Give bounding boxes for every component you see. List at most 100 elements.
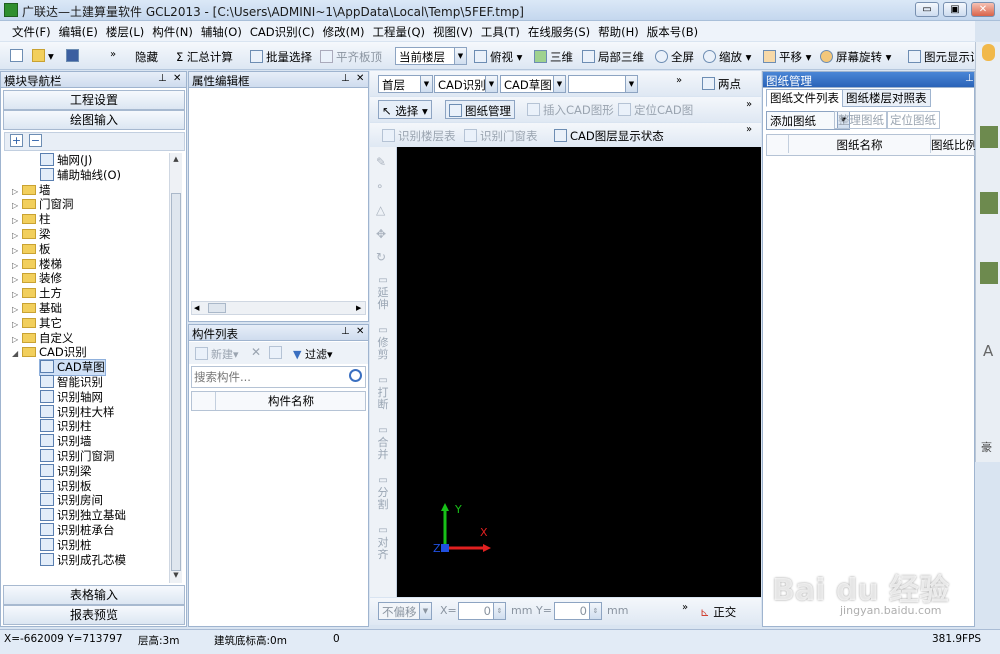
collapsed-arrow-icon[interactable]: ▷ bbox=[12, 317, 22, 332]
drawing-name-column[interactable]: 图纸名称 bbox=[789, 135, 931, 153]
table-input-button[interactable]: 表格输入 bbox=[3, 585, 185, 605]
menu-aux-axis[interactable]: 辅轴(O) bbox=[197, 21, 246, 40]
layer-state-button[interactable]: CAD图层显示状态 bbox=[554, 128, 664, 144]
menu-cad[interactable]: CAD识别(C) bbox=[246, 21, 319, 40]
collapsed-arrow-icon[interactable]: ▷ bbox=[12, 302, 22, 317]
tree-item[interactable]: ▷ 板 bbox=[12, 242, 51, 257]
tree-item[interactable]: 识别桩 bbox=[40, 537, 92, 553]
drawing-input-button[interactable]: 绘图输入 bbox=[3, 110, 185, 130]
tree-item[interactable]: 识别轴网 bbox=[40, 389, 103, 405]
toolbar-overflow-icon[interactable]: » bbox=[110, 49, 116, 60]
screen-rotate-button[interactable]: 屏幕旋转 ▾ bbox=[820, 49, 891, 65]
local-3d-button[interactable]: 局部三维 bbox=[582, 49, 644, 65]
collapsed-arrow-icon[interactable]: ▷ bbox=[12, 287, 22, 302]
fullscreen-button[interactable]: 全屏 bbox=[655, 49, 694, 65]
minimize-button[interactable]: ▭ bbox=[915, 2, 939, 17]
toolbar-overflow-icon[interactable]: » bbox=[682, 602, 688, 613]
tree-item[interactable]: ▷ 门窗洞 bbox=[12, 197, 74, 212]
collapsed-arrow-icon[interactable]: ▷ bbox=[12, 243, 22, 258]
side-tool-button[interactable]: ▭ 对齐 bbox=[374, 525, 392, 561]
pencil-icon[interactable]: ✎ bbox=[376, 155, 386, 169]
component-name-column[interactable]: 构件名称 bbox=[216, 392, 366, 410]
save-icon[interactable] bbox=[66, 49, 82, 63]
component-search-input[interactable] bbox=[194, 369, 344, 385]
triangle-icon[interactable]: △ bbox=[376, 203, 385, 217]
collapsed-arrow-icon[interactable]: ▷ bbox=[12, 332, 22, 347]
tree-item[interactable]: 智能识别 bbox=[40, 375, 103, 390]
tree-item[interactable]: ▷ 墙 bbox=[12, 183, 51, 198]
pan-button[interactable]: 平移 ▾ bbox=[763, 49, 811, 65]
toolbar-overflow-icon[interactable]: » bbox=[746, 124, 752, 135]
search-icon[interactable] bbox=[349, 369, 362, 382]
element-display-button[interactable]: 图元显示设 bbox=[908, 49, 974, 65]
delete-icon[interactable]: ✕ bbox=[251, 345, 261, 359]
ortho-button[interactable]: ⊾ 正交 bbox=[700, 604, 736, 620]
cad-draft-dropdown[interactable]: CAD草图 ▼ bbox=[500, 75, 566, 93]
property-hscrollbar[interactable]: ◀ ▶ bbox=[191, 301, 366, 315]
tree-item[interactable]: 识别桩承台 bbox=[40, 523, 115, 538]
cad-recog-dropdown[interactable]: CAD识别 ▼ bbox=[434, 75, 498, 93]
scroll-down-icon[interactable]: ▼ bbox=[170, 569, 182, 581]
zoom-button[interactable]: 缩放 ▾ bbox=[703, 49, 751, 65]
tree-item[interactable]: 识别成孔芯模 bbox=[40, 552, 126, 568]
tab-floor-mapping[interactable]: 图纸楼层对照表 bbox=[842, 89, 931, 107]
scroll-left-icon[interactable]: ◀ bbox=[194, 302, 199, 314]
scroll-right-icon[interactable]: ▶ bbox=[356, 302, 361, 314]
close-icon[interactable]: ✕ bbox=[356, 326, 364, 337]
side-tool-button[interactable]: ▭ 修剪 bbox=[374, 325, 392, 361]
floor-dropdown[interactable]: 首层 ▼ bbox=[378, 75, 433, 93]
rotate-icon[interactable]: ↻ bbox=[376, 250, 386, 264]
open-folder-icon[interactable]: ▾ bbox=[32, 49, 54, 63]
tree-item[interactable]: 识别墙 bbox=[40, 434, 92, 449]
copy-icon[interactable] bbox=[269, 346, 285, 360]
new-file-icon[interactable] bbox=[10, 49, 26, 63]
menu-help[interactable]: 帮助(H) bbox=[594, 21, 643, 40]
locate-cad-button[interactable]: 定位CAD图 bbox=[618, 102, 693, 118]
empty-dropdown[interactable]: ▼ bbox=[568, 75, 638, 93]
recog-door-table-button[interactable]: 识别门窗表 bbox=[464, 128, 538, 144]
locate-drawing-button[interactable]: 定位图纸 bbox=[886, 111, 940, 129]
pin-icon[interactable]: ⊥ bbox=[965, 73, 974, 84]
tree-item[interactable]: ▷ 装修 bbox=[12, 271, 62, 286]
batch-select-button[interactable]: 批量选择 bbox=[250, 49, 312, 65]
sum-calc-button[interactable]: Σ 汇总计算 bbox=[176, 49, 233, 65]
select-button[interactable]: ↖ 选择 ▾ bbox=[378, 100, 432, 119]
two-points-button[interactable]: 两点 bbox=[702, 76, 741, 92]
tree-item[interactable]: 识别柱大样 bbox=[40, 404, 115, 420]
menu-edit[interactable]: 编辑(E) bbox=[55, 21, 102, 40]
filter-button[interactable]: ▼ 过滤▾ bbox=[293, 346, 333, 362]
font-icon[interactable]: A bbox=[983, 342, 993, 360]
tree-item[interactable]: 识别独立基础 bbox=[40, 508, 126, 523]
move-icon[interactable]: ✥ bbox=[376, 227, 386, 241]
tree-item[interactable]: 识别柱 bbox=[40, 419, 92, 434]
thumbnail-icon[interactable] bbox=[980, 126, 998, 148]
tidy-drawing-button[interactable]: 整理图纸 bbox=[834, 111, 888, 129]
collapse-all-icon[interactable]: − bbox=[29, 134, 42, 147]
thumbnail-icon[interactable] bbox=[980, 262, 998, 284]
three-d-button[interactable]: 三维 bbox=[534, 49, 573, 65]
collapsed-arrow-icon[interactable]: ▷ bbox=[12, 258, 22, 273]
menu-quantity[interactable]: 工程量(Q) bbox=[369, 21, 430, 40]
tree-item[interactable]: ▷ 楼梯 bbox=[12, 257, 62, 272]
side-tool-button[interactable]: ▭ 分割 bbox=[374, 475, 392, 511]
circle-icon[interactable]: ∘ bbox=[376, 179, 384, 193]
tree-item[interactable]: ▷ 其它 bbox=[12, 316, 62, 331]
expand-all-icon[interactable]: + bbox=[10, 134, 23, 147]
menu-view[interactable]: 视图(V) bbox=[429, 21, 477, 40]
recog-floor-table-button[interactable]: 识别楼层表 bbox=[382, 128, 456, 144]
tree-item[interactable]: 轴网(J) bbox=[40, 153, 92, 168]
tree-item[interactable]: 辅助轴线(O) bbox=[40, 167, 121, 183]
side-tool-button[interactable]: ▭ 合并 bbox=[374, 425, 392, 461]
top-view-button[interactable]: 俯视 ▾ bbox=[474, 49, 522, 65]
tree-item[interactable]: 识别板 bbox=[40, 478, 92, 494]
side-tool-button[interactable]: ▭ 延伸 bbox=[374, 275, 392, 311]
insert-cad-button[interactable]: 插入CAD图形 bbox=[527, 102, 614, 118]
y-offset-input[interactable]: 0 ⇕ bbox=[554, 602, 602, 620]
thumbnail-icon[interactable] bbox=[980, 192, 998, 214]
x-offset-input[interactable]: 0 ⇕ bbox=[458, 602, 506, 620]
tree-item[interactable]: ▷ 柱 bbox=[12, 212, 51, 227]
new-component-button[interactable]: 新建▾ bbox=[195, 346, 239, 362]
tree-item[interactable]: ▷ 基础 bbox=[12, 301, 62, 316]
tree-item[interactable]: CAD草图 bbox=[39, 359, 106, 377]
scroll-up-icon[interactable]: ▲ bbox=[170, 153, 182, 165]
